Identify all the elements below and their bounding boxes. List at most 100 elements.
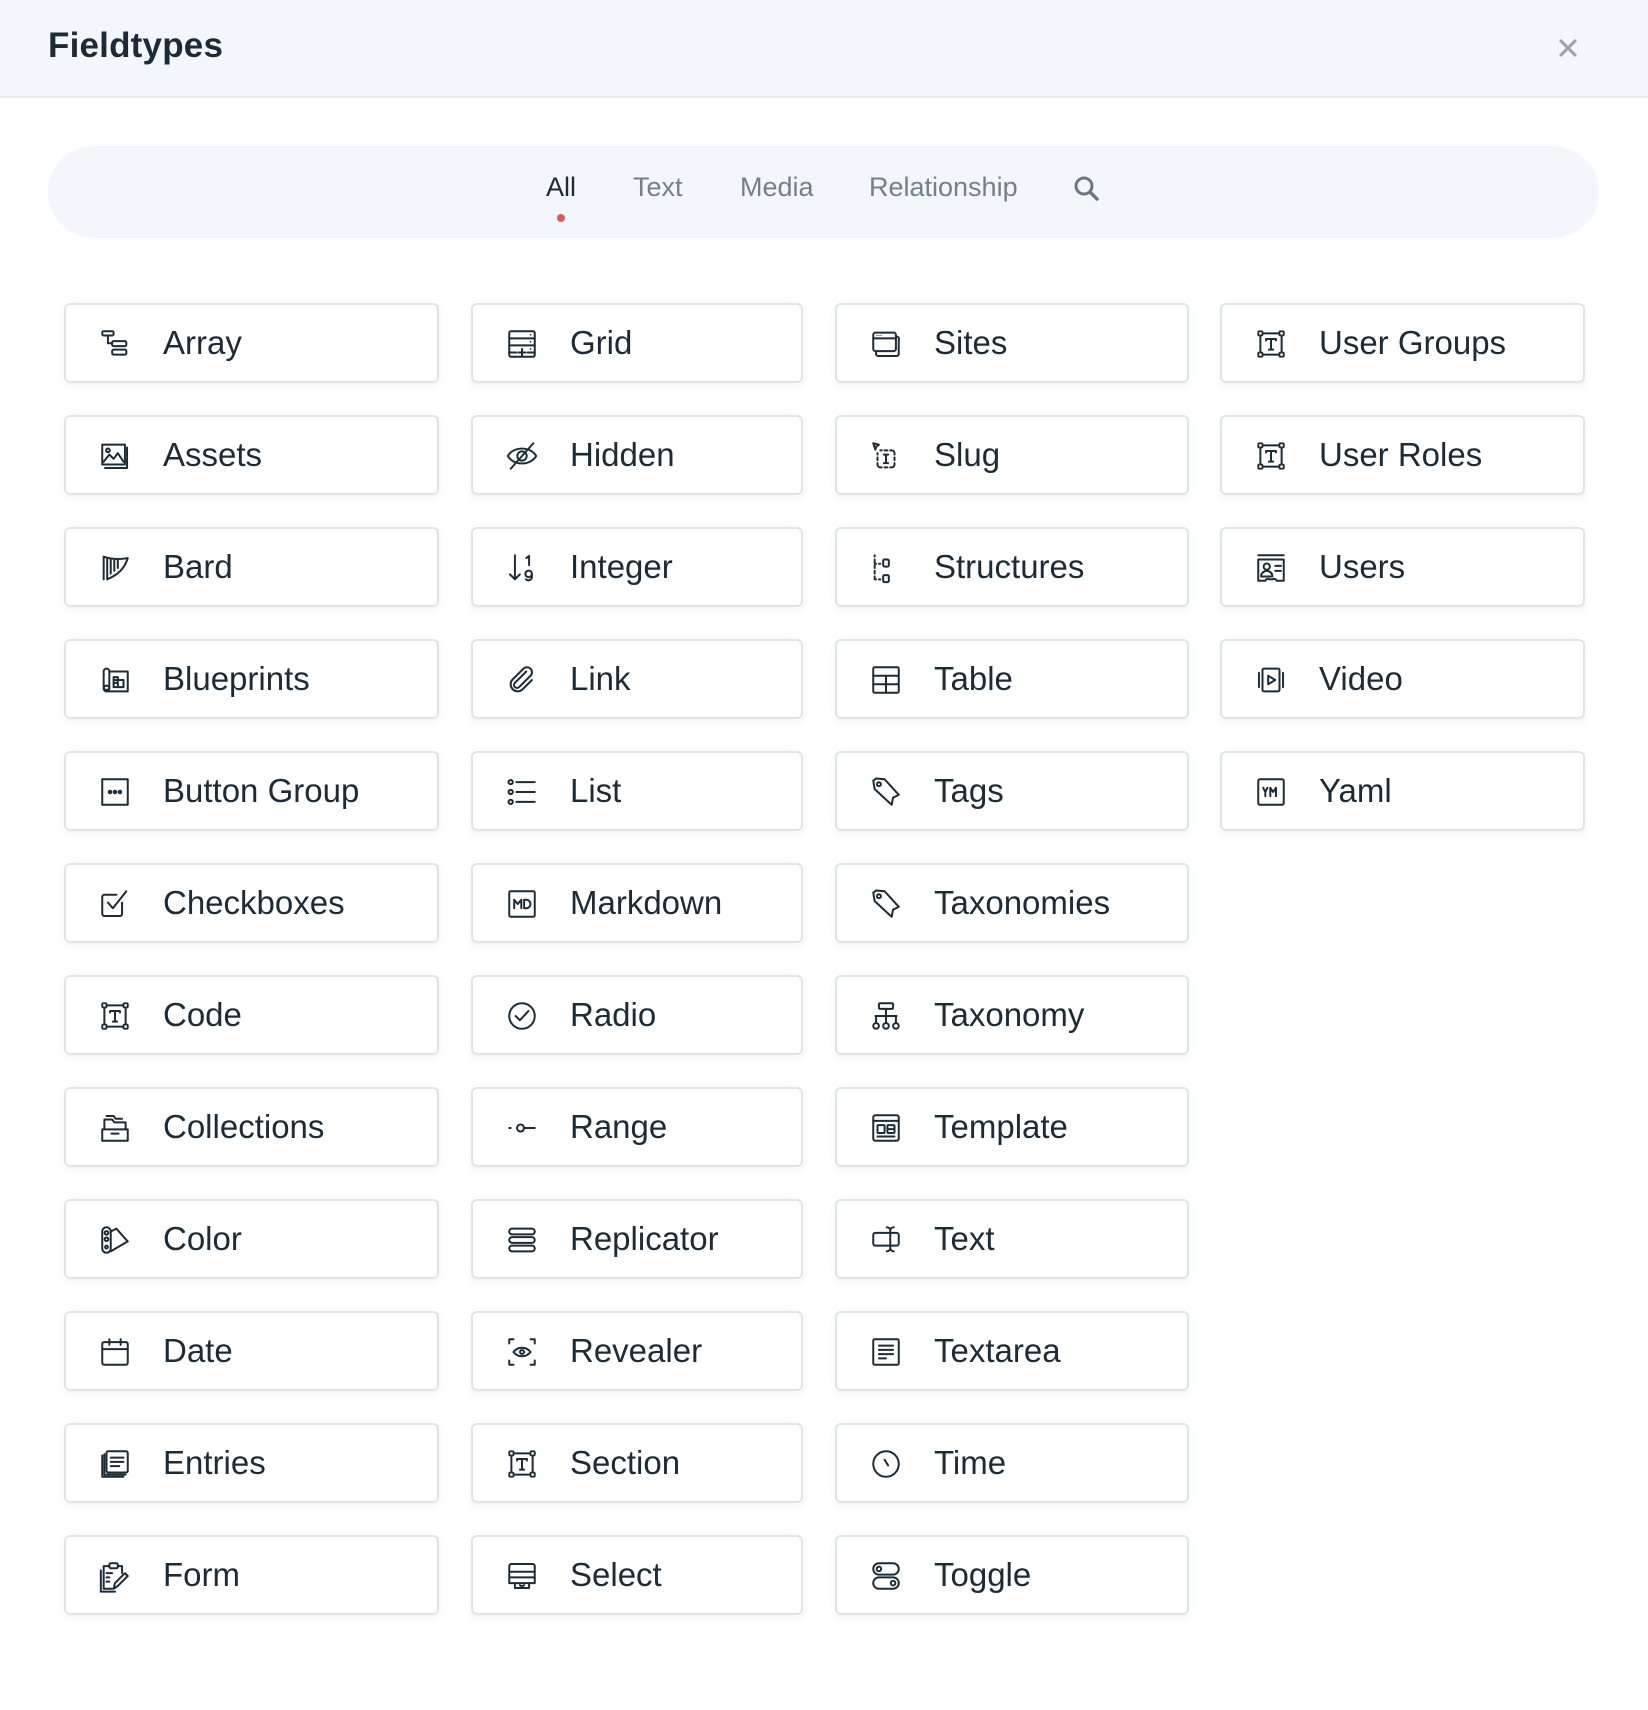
structures-icon xyxy=(869,551,903,585)
fieldtype-template[interactable]: Template xyxy=(835,1087,1189,1167)
entries-icon xyxy=(98,1447,132,1481)
grid-icon xyxy=(505,327,539,361)
fieldtype-label: Checkboxes xyxy=(163,884,345,921)
tags-icon xyxy=(869,775,903,809)
fieldtype-grid[interactable]: Grid xyxy=(471,303,803,383)
fieldtype-tags[interactable]: Tags xyxy=(835,751,1189,831)
close-button[interactable] xyxy=(1552,32,1584,64)
fieldtype-users[interactable]: Users xyxy=(1220,527,1585,607)
fieldtype-label: Color xyxy=(163,1220,242,1257)
fieldtype-select[interactable]: Select xyxy=(471,1535,803,1615)
fieldtype-collections[interactable]: Collections xyxy=(64,1087,439,1167)
dialog-title: Fieldtypes xyxy=(48,26,224,65)
fieldtype-button-group[interactable]: Button Group xyxy=(64,751,439,831)
fieldtype-label: Section xyxy=(570,1444,681,1481)
tab-text[interactable]: Text xyxy=(633,172,683,203)
fieldtype-label: User Groups xyxy=(1319,324,1507,361)
slug-icon xyxy=(869,439,903,473)
tab-label: All xyxy=(546,172,577,202)
tab-media[interactable]: Media xyxy=(740,172,814,203)
tab-all[interactable]: All xyxy=(546,172,577,222)
fieldtype-label: Integer xyxy=(570,548,673,585)
fieldtype-label: Toggle xyxy=(934,1556,1032,1593)
fieldtype-label: Blueprints xyxy=(163,660,310,697)
fieldtype-label: Revealer xyxy=(570,1332,703,1369)
fieldtype-label: List xyxy=(570,772,622,809)
dialog-header: Fieldtypes xyxy=(0,0,1648,98)
fieldtype-label: Select xyxy=(570,1556,662,1593)
form-icon xyxy=(98,1559,132,1593)
toggle-icon xyxy=(869,1559,903,1593)
fieldtype-yaml[interactable]: Yaml xyxy=(1220,751,1585,831)
fieldtype-blueprints[interactable]: Blueprints xyxy=(64,639,439,719)
fieldtype-bard[interactable]: Bard xyxy=(64,527,439,607)
fieldtype-label: Bard xyxy=(163,548,233,585)
fieldtype-user-groups[interactable]: User Groups xyxy=(1220,303,1585,383)
fieldtype-replicator[interactable]: Replicator xyxy=(471,1199,803,1279)
fieldtype-section[interactable]: Section xyxy=(471,1423,803,1503)
fieldtype-label: Video xyxy=(1319,660,1403,697)
blueprints-icon xyxy=(98,663,132,697)
fieldtype-taxonomies[interactable]: Taxonomies xyxy=(835,863,1189,943)
section-icon xyxy=(505,1447,539,1481)
user-groups-icon xyxy=(1254,327,1288,361)
fieldtype-taxonomy[interactable]: Taxonomy xyxy=(835,975,1189,1055)
taxonomy-icon xyxy=(869,999,903,1033)
fieldtype-label: Taxonomy xyxy=(934,996,1085,1033)
fieldtype-label: Array xyxy=(163,324,242,361)
fieldtype-label: Text xyxy=(934,1220,995,1257)
fieldtype-label: Time xyxy=(934,1444,1007,1481)
button-group-icon xyxy=(98,775,132,809)
textarea-icon xyxy=(869,1335,903,1369)
table-icon xyxy=(869,663,903,697)
fieldtype-array[interactable]: Array xyxy=(64,303,439,383)
fieldtype-label: Markdown xyxy=(570,884,723,921)
fieldtype-label: Entries xyxy=(163,1444,266,1481)
fieldtype-list[interactable]: List xyxy=(471,751,803,831)
fieldtype-label: Collections xyxy=(163,1108,325,1145)
fieldtype-checkboxes[interactable]: Checkboxes xyxy=(64,863,439,943)
fieldtype-time[interactable]: Time xyxy=(835,1423,1189,1503)
fieldtype-markdown[interactable]: Markdown xyxy=(471,863,803,943)
fieldtype-integer[interactable]: Integer xyxy=(471,527,803,607)
fieldtype-user-roles[interactable]: User Roles xyxy=(1220,415,1585,495)
fieldtype-slug[interactable]: Slug xyxy=(835,415,1189,495)
fieldtype-link[interactable]: Link xyxy=(471,639,803,719)
tab-relationship[interactable]: Relationship xyxy=(869,172,1018,203)
fieldtype-form[interactable]: Form xyxy=(64,1535,439,1615)
fieldtype-toggle[interactable]: Toggle xyxy=(835,1535,1189,1615)
fieldtype-date[interactable]: Date xyxy=(64,1311,439,1391)
fieldtype-text[interactable]: Text xyxy=(835,1199,1189,1279)
fieldtype-entries[interactable]: Entries xyxy=(64,1423,439,1503)
yaml-icon xyxy=(1254,775,1288,809)
fieldtype-label: Textarea xyxy=(934,1332,1061,1369)
link-icon xyxy=(505,663,539,697)
replicator-icon xyxy=(505,1223,539,1257)
fieldtype-assets[interactable]: Assets xyxy=(64,415,439,495)
fieldtype-range[interactable]: Range xyxy=(471,1087,803,1167)
search-button[interactable] xyxy=(1072,174,1102,204)
list-icon xyxy=(505,775,539,809)
tab-label: Text xyxy=(633,172,683,202)
select-icon xyxy=(505,1559,539,1593)
fieldtype-label: Structures xyxy=(934,548,1085,585)
text-icon xyxy=(869,1223,903,1257)
fieldtype-hidden[interactable]: Hidden xyxy=(471,415,803,495)
fieldtype-sites[interactable]: Sites xyxy=(835,303,1189,383)
active-tab-indicator xyxy=(557,214,565,222)
date-icon xyxy=(98,1335,132,1369)
fieldtype-color[interactable]: Color xyxy=(64,1199,439,1279)
fieldtype-label: Code xyxy=(163,996,242,1033)
fieldtype-radio[interactable]: Radio xyxy=(471,975,803,1055)
fieldtype-video[interactable]: Video xyxy=(1220,639,1585,719)
fieldtype-revealer[interactable]: Revealer xyxy=(471,1311,803,1391)
fieldtype-label: Yaml xyxy=(1319,772,1392,809)
fieldtype-structures[interactable]: Structures xyxy=(835,527,1189,607)
fieldtype-label: Replicator xyxy=(570,1220,719,1257)
fieldtype-code[interactable]: Code xyxy=(64,975,439,1055)
fieldtype-label: Hidden xyxy=(570,436,675,473)
range-icon xyxy=(505,1111,539,1145)
fieldtype-label: Taxonomies xyxy=(934,884,1111,921)
fieldtype-table[interactable]: Table xyxy=(835,639,1189,719)
fieldtype-textarea[interactable]: Textarea xyxy=(835,1311,1189,1391)
